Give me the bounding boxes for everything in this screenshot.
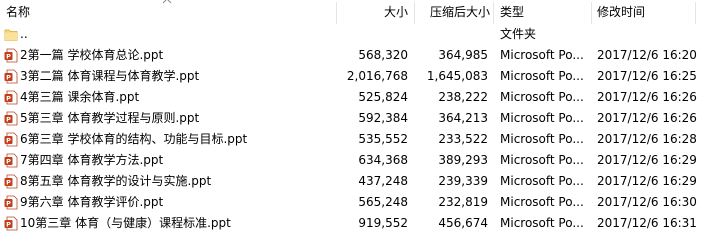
svg-text:P: P (6, 221, 11, 229)
column-divider[interactable] (695, 2, 696, 24)
powerpoint-file-icon: P (4, 216, 18, 231)
file-modified-time: 2017/12/6 16:28 (597, 132, 697, 146)
file-modified-time: 2017/12/6 16:26 (597, 90, 697, 104)
file-size: 437,248 (358, 174, 408, 188)
file-row[interactable]: P 7第四章 体育教学方法.ppt 634,368 389,293 Microsoft … (0, 150, 700, 171)
file-name: 5第三章 体育教学过程与原则.ppt (20, 111, 200, 125)
column-header-compressed-size[interactable]: 压缩后大小 (418, 0, 490, 24)
scrollbar-area[interactable] (704, 0, 711, 240)
file-compressed-size: 364,985 (438, 48, 488, 62)
file-name: 9第六章 体育教学评价.ppt (20, 195, 164, 209)
file-modified-time: 2017/12/6 16:26 (597, 111, 697, 125)
file-size: 2,016,768 (346, 69, 408, 83)
column-header-bar: 名称 大小 压缩后大小 类型 修改时间 (0, 0, 711, 24)
powerpoint-file-icon: P (4, 153, 18, 168)
file-row[interactable]: P 9第六章 体育教学评价.ppt 565,248 232,819 Microsoft … (0, 192, 700, 213)
file-row[interactable]: P 8第五章 体育教学的设计与实施.ppt 437,248 239,339 Micros… (0, 171, 700, 192)
file-name: 10第三章 体育（与健康）课程标准.ppt (20, 216, 231, 230)
file-size: 919,552 (358, 216, 408, 230)
file-row[interactable]: P 5第三章 体育教学过程与原则.ppt 592,384 364,213 Microso… (0, 108, 700, 129)
file-compressed-size: 1,645,083 (426, 69, 488, 83)
file-row[interactable]: P 3第二篇 体育课程与体育教学.ppt 2,016,768 1,645,083 Mic… (0, 66, 700, 87)
svg-text:P: P (6, 116, 11, 124)
file-compressed-size: 232,819 (438, 195, 488, 209)
column-header-modified[interactable]: 修改时间 (597, 0, 645, 24)
file-size: 634,368 (358, 153, 408, 167)
file-compressed-size: 239,339 (438, 174, 488, 188)
sort-ascending-icon (162, 0, 172, 4)
file-modified-time: 2017/12/6 16:29 (597, 153, 697, 167)
column-header-size[interactable]: 大小 (340, 0, 408, 24)
list-item-parent-folder[interactable]: .. 文件夹 (0, 24, 700, 45)
file-row[interactable]: P 2第一篇 学校体育总论.ppt 568,320 364,985 Microsoft … (0, 45, 700, 66)
file-row[interactable]: P 4第三篇 课余体育.ppt 525,824 238,222 Microsoft Po… (0, 87, 700, 108)
svg-text:P: P (6, 74, 11, 82)
powerpoint-file-icon: P (4, 132, 18, 147)
column-divider[interactable] (414, 2, 415, 24)
powerpoint-file-icon: P (4, 48, 18, 63)
file-modified-time: 2017/12/6 16:29 (597, 174, 697, 188)
file-compressed-size: 233,522 (438, 132, 488, 146)
file-compressed-size: 456,674 (438, 216, 488, 230)
file-type: Microsoft Po... (500, 153, 584, 167)
file-name: 8第五章 体育教学的设计与实施.ppt (20, 174, 212, 188)
file-type: Microsoft Po... (500, 195, 584, 209)
svg-text:P: P (6, 95, 11, 103)
powerpoint-file-icon: P (4, 195, 18, 210)
svg-text:P: P (6, 200, 11, 208)
svg-text:P: P (6, 158, 11, 166)
file-modified-time: 2017/12/6 16:20 (597, 48, 697, 62)
column-divider[interactable] (591, 2, 592, 24)
column-divider[interactable] (493, 2, 494, 24)
file-size: 568,320 (358, 48, 408, 62)
column-header-type[interactable]: 类型 (500, 0, 524, 24)
file-name: 2第一篇 学校体育总论.ppt (20, 48, 164, 62)
powerpoint-file-icon: P (4, 90, 18, 105)
file-compressed-size: 238,222 (438, 90, 488, 104)
file-type: Microsoft Po... (500, 216, 584, 230)
file-name: 3第二篇 体育课程与体育教学.ppt (20, 69, 200, 83)
svg-text:P: P (6, 53, 11, 61)
file-type: Microsoft Po... (500, 69, 584, 83)
file-modified-time: 2017/12/6 16:25 (597, 69, 697, 83)
file-type: Microsoft Po... (500, 132, 584, 146)
folder-icon (4, 29, 18, 41)
file-type: Microsoft Po... (500, 90, 584, 104)
powerpoint-file-icon: P (4, 69, 18, 84)
file-row[interactable]: P 6第三章 学校体育的结构、功能与目标.ppt 535,552 233,522 Mic… (0, 129, 700, 150)
powerpoint-file-icon: P (4, 111, 18, 126)
column-header-name[interactable]: 名称 (6, 0, 30, 24)
svg-text:P: P (6, 179, 11, 187)
file-row[interactable]: P 10第三章 体育（与健康）课程标准.ppt 919,552 456,674 Micr… (0, 213, 700, 234)
file-size: 535,552 (358, 132, 408, 146)
file-modified-time: 2017/12/6 16:31 (597, 216, 697, 230)
file-size: 565,248 (358, 195, 408, 209)
file-type: Microsoft Po... (500, 174, 584, 188)
file-size: 592,384 (358, 111, 408, 125)
file-size: 525,824 (358, 90, 408, 104)
file-name: 6第三章 学校体育的结构、功能与目标.ppt (20, 132, 248, 146)
file-compressed-size: 364,213 (438, 111, 488, 125)
svg-text:P: P (6, 137, 11, 145)
file-name: .. (20, 27, 28, 41)
file-modified-time: 2017/12/6 16:30 (597, 195, 697, 209)
file-type: Microsoft Po... (500, 111, 584, 125)
file-type: 文件夹 (500, 27, 537, 41)
column-divider[interactable] (336, 2, 337, 24)
file-name: 4第三篇 课余体育.ppt (20, 90, 140, 104)
file-name: 7第四章 体育教学方法.ppt (20, 153, 164, 167)
file-compressed-size: 389,293 (438, 153, 488, 167)
powerpoint-file-icon: P (4, 174, 18, 189)
file-type: Microsoft Po... (500, 48, 584, 62)
